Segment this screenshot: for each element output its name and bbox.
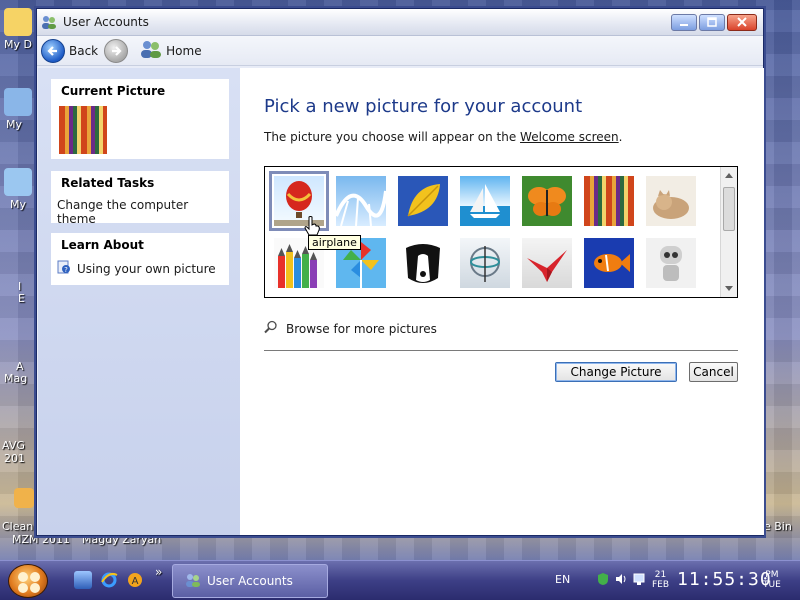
scroll-up-arrow-icon[interactable] bbox=[725, 173, 733, 178]
avast-icon[interactable]: A bbox=[126, 571, 144, 589]
desktop-icon-label[interactable]: E bbox=[18, 292, 25, 305]
left-task-pane: Current Picture Related Tasks Change the… bbox=[38, 68, 240, 535]
desktop-icon-label[interactable]: My bbox=[6, 118, 22, 131]
related-tasks-heading: Related Tasks bbox=[61, 176, 155, 190]
minimize-button[interactable] bbox=[671, 13, 697, 31]
browse-pictures-link[interactable]: Browse for more pictures bbox=[264, 320, 437, 337]
close-button[interactable] bbox=[727, 13, 757, 31]
browse-pictures-label: Browse for more pictures bbox=[286, 321, 437, 336]
desktop-icon-label[interactable]: My D bbox=[4, 38, 32, 51]
date-month: FEB bbox=[652, 580, 670, 590]
picture-sailboat[interactable] bbox=[460, 176, 510, 226]
own-picture-help-label: Using your own picture bbox=[77, 261, 216, 276]
back-label: Back bbox=[69, 43, 99, 58]
learn-about-heading: Learn About bbox=[61, 238, 144, 252]
desktop-icon-label[interactable]: My bbox=[10, 198, 26, 211]
forward-button[interactable] bbox=[104, 38, 129, 63]
forward-arrow-icon bbox=[104, 38, 129, 63]
show-desktop-icon[interactable] bbox=[74, 571, 92, 589]
user-accounts-taskbar-icon bbox=[185, 572, 201, 591]
desktop-icon[interactable] bbox=[4, 88, 32, 116]
ampm: PM bbox=[765, 570, 779, 580]
security-shield-icon[interactable] bbox=[596, 572, 610, 586]
picture-yellow-leaf[interactable] bbox=[398, 176, 448, 226]
change-picture-button[interactable]: Change Picture bbox=[555, 362, 677, 382]
home-label: Home bbox=[166, 43, 202, 58]
taskbar-user-accounts-button[interactable]: User Accounts bbox=[172, 564, 328, 598]
title-bar[interactable]: User Accounts bbox=[37, 9, 763, 36]
back-arrow-icon bbox=[41, 38, 65, 63]
divider bbox=[264, 350, 738, 351]
desktop-icon-label[interactable]: Clean bbox=[2, 520, 33, 533]
current-picture-panel: Current Picture bbox=[51, 79, 229, 159]
desktop-icon[interactable] bbox=[4, 8, 32, 36]
quick-launch-chevron[interactable]: » bbox=[155, 565, 162, 579]
picture-roller-coaster[interactable] bbox=[336, 176, 386, 226]
taskbar: A » User Accounts EN 21 FEB 11:55:30 PM … bbox=[0, 560, 800, 600]
change-theme-link[interactable]: Change the computer theme bbox=[51, 190, 229, 234]
desktop-icon-label[interactable]: Mag bbox=[4, 372, 27, 385]
start-button[interactable] bbox=[8, 564, 48, 598]
home-users-icon bbox=[140, 39, 162, 62]
ampm-display: PM TUE bbox=[763, 570, 781, 590]
picture-dog[interactable] bbox=[398, 238, 448, 288]
picture-kitten[interactable] bbox=[646, 176, 696, 226]
picture-grid[interactable] bbox=[264, 166, 738, 298]
desktop-icon-label[interactable]: AVG bbox=[2, 439, 25, 452]
page-description: The picture you choose will appear on th… bbox=[264, 130, 622, 144]
volume-icon[interactable] bbox=[614, 572, 628, 586]
svg-text:A: A bbox=[132, 576, 139, 587]
user-accounts-icon bbox=[41, 14, 57, 30]
home-button[interactable]: Home bbox=[140, 39, 202, 62]
desktop-icon[interactable] bbox=[4, 168, 32, 196]
magnifier-icon bbox=[264, 320, 278, 337]
network-icon[interactable] bbox=[632, 572, 646, 586]
svg-text:?: ? bbox=[64, 266, 68, 274]
current-picture-heading: Current Picture bbox=[61, 84, 166, 98]
desktop-icon-label[interactable]: e Bin bbox=[764, 520, 792, 533]
language-indicator[interactable]: EN bbox=[555, 573, 570, 586]
picture-tooltip: airplane bbox=[308, 235, 361, 250]
help-icon: ? bbox=[57, 260, 71, 277]
picture-woven-fabric[interactable] bbox=[584, 176, 634, 226]
related-tasks-panel: Related Tasks Change the computer theme bbox=[51, 171, 229, 226]
window-title: User Accounts bbox=[63, 15, 149, 29]
picture-fish[interactable] bbox=[584, 238, 634, 288]
taskbar-button-label: User Accounts bbox=[207, 574, 293, 588]
picture-grid-scrollbar[interactable] bbox=[720, 167, 737, 297]
maximize-button[interactable] bbox=[699, 13, 725, 31]
date-day: 21 bbox=[654, 570, 667, 580]
desktop-icon[interactable] bbox=[14, 488, 34, 508]
back-button[interactable]: Back bbox=[41, 38, 99, 63]
desktop-icon-label[interactable]: 201 bbox=[4, 452, 25, 465]
picture-butterfly[interactable] bbox=[522, 176, 572, 226]
description-text: The picture you choose will appear on th… bbox=[264, 130, 521, 144]
navigation-toolbar: Back Home bbox=[37, 36, 763, 66]
weekday: TUE bbox=[763, 580, 781, 590]
cancel-button[interactable]: Cancel bbox=[689, 362, 738, 382]
description-period: . bbox=[618, 130, 623, 144]
learn-about-panel: Learn About ? Using your own picture bbox=[51, 233, 229, 285]
page-heading: Pick a new picture for your account bbox=[264, 96, 583, 117]
scroll-thumb[interactable] bbox=[723, 187, 735, 231]
current-picture-thumbnail bbox=[59, 106, 107, 154]
picture-robot[interactable] bbox=[646, 238, 696, 288]
user-accounts-window: User Accounts Back Home Current Picture … bbox=[36, 8, 764, 536]
clock[interactable]: 11:55:30 bbox=[677, 569, 772, 590]
picture-gyroscope[interactable] bbox=[460, 238, 510, 288]
internet-explorer-icon[interactable] bbox=[100, 571, 118, 589]
scroll-down-arrow-icon[interactable] bbox=[725, 286, 733, 291]
welcome-screen-link[interactable]: Welcome screen bbox=[520, 130, 619, 144]
own-picture-help-link[interactable]: ? Using your own picture bbox=[51, 252, 229, 285]
date-display[interactable]: 21 FEB bbox=[652, 570, 669, 590]
main-content: Pick a new picture for your account The … bbox=[240, 68, 764, 535]
picture-origami-crane[interactable] bbox=[522, 238, 572, 288]
